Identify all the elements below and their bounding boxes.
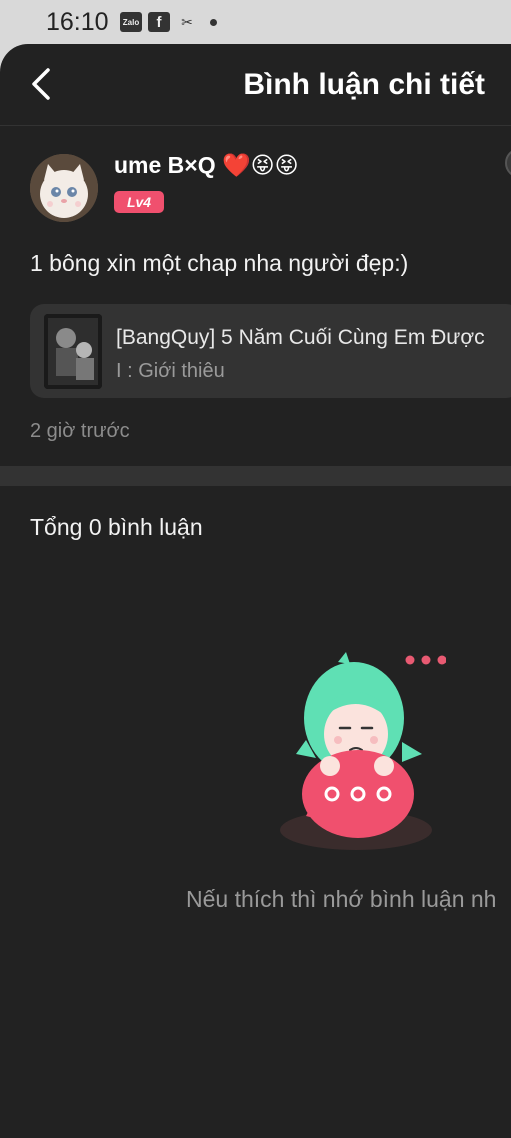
cat-avatar-icon	[30, 154, 98, 222]
status-bar: 16:10 Zalo f ✂	[0, 0, 511, 44]
username-emoji: ❤️😝😝	[222, 152, 299, 178]
section-divider	[0, 466, 511, 486]
manga-card[interactable]: [BangQuy] 5 Năm Cuối Cùng Em Được I : Gi…	[30, 304, 511, 398]
status-time: 16:10	[46, 8, 109, 36]
level-badge: Lv4	[114, 191, 164, 213]
facebook-icon: f	[148, 12, 170, 32]
app-screen: Bình luận chi tiết ume B×Q ❤️😝😝 Lv4 1 bô…	[0, 44, 511, 1138]
zalo-icon: Zalo	[120, 12, 142, 32]
username-text: ume B×Q	[114, 152, 216, 178]
manga-chapter: I : Giới thiêu	[116, 360, 225, 382]
comment-text: 1 bông xin một chap nha người đẹp:)	[30, 250, 409, 276]
total-comments-label: Tổng 0 bình luận	[30, 514, 203, 540]
comment-username[interactable]: ume B×Q ❤️😝😝	[114, 152, 299, 179]
empty-state-message: Nếu thích thì nhớ bình luận nh	[186, 886, 497, 912]
more-options-button[interactable]	[505, 148, 511, 178]
top-bar: Bình luận chi tiết	[0, 44, 511, 126]
manga-cover-image	[44, 314, 102, 389]
back-button[interactable]	[28, 66, 58, 102]
manga-title: [BangQuy] 5 Năm Cuối Cùng Em Được	[116, 326, 485, 349]
chevron-left-icon	[32, 68, 50, 100]
avatar[interactable]	[30, 154, 98, 222]
notification-dot-icon	[210, 18, 217, 26]
capcut-icon: ✂	[181, 13, 193, 30]
comment-timestamp: 2 giờ trước	[30, 420, 130, 442]
page-title: Bình luận chi tiết	[243, 68, 485, 101]
empty-state-mascot-icon	[276, 646, 447, 856]
status-icons: Zalo f ✂	[120, 12, 217, 32]
